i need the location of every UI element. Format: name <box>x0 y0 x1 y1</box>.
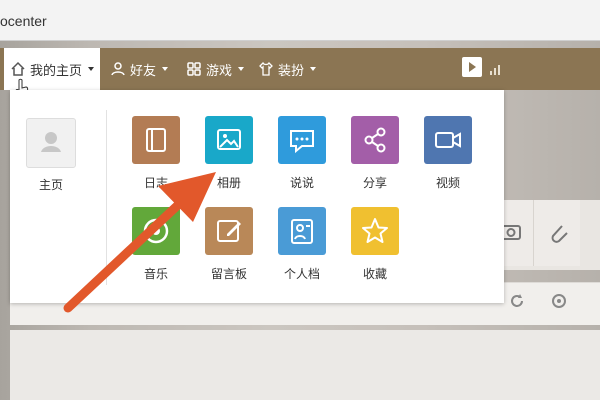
friends-icon <box>111 62 125 76</box>
notebook-icon <box>146 128 166 152</box>
app-video[interactable]: 视频 <box>418 116 478 191</box>
play-button[interactable] <box>462 57 482 77</box>
app-profile-tile[interactable] <box>278 207 326 255</box>
app-album-label: 相册 <box>216 176 241 190</box>
image-icon <box>217 129 241 150</box>
app-status-tile[interactable] <box>278 116 326 164</box>
chat-bubble-icon <box>290 130 314 154</box>
house-icon <box>11 61 25 76</box>
app-favorites-tile[interactable] <box>351 207 399 255</box>
app-blog-label: 日志 <box>143 176 168 190</box>
person-icon <box>41 132 61 152</box>
app-blog-tile[interactable] <box>132 116 180 164</box>
tshirt-icon <box>259 61 273 76</box>
app-music-tile[interactable] <box>132 207 180 255</box>
chevron-down-icon <box>310 67 317 71</box>
profile-icon <box>291 219 313 244</box>
menu-divider <box>106 110 107 285</box>
app-profile-label: 个人档 <box>283 267 320 281</box>
app-music-label: 音乐 <box>143 267 168 281</box>
url-text: ocenter <box>0 13 47 29</box>
top-navigation-bar: 我的主页 好友 游戏 装扮 <box>0 48 600 90</box>
nav-games[interactable]: 游戏 <box>186 48 245 90</box>
refresh-icon[interactable] <box>508 292 526 310</box>
feed-area <box>10 330 600 400</box>
video-icon <box>435 132 461 148</box>
app-blog[interactable]: 日志 <box>126 116 186 191</box>
music-icon <box>143 218 169 244</box>
chevron-down-icon <box>88 67 94 71</box>
nav-dress-up-label: 装扮 <box>278 62 305 78</box>
edit-icon <box>217 220 241 242</box>
star-icon <box>362 218 388 243</box>
nav-my-home-label: 我的主页 <box>29 62 82 78</box>
home-dropdown-menu: 主页 日志 相册 说说 分享 视频 音乐 留言板 个人档 收藏 <box>10 90 504 303</box>
app-status-label: 说说 <box>289 176 314 190</box>
nav-dress-up[interactable]: 装扮 <box>258 48 317 90</box>
chevron-down-icon <box>162 67 169 71</box>
browser-address-bar[interactable]: ocenter <box>0 0 600 41</box>
app-guestbook[interactable]: 留言板 <box>199 207 259 282</box>
app-guestbook-label: 留言板 <box>210 267 247 281</box>
attach-button[interactable] <box>533 200 580 266</box>
app-profile[interactable]: 个人档 <box>272 207 332 282</box>
chevron-down-icon <box>238 67 245 71</box>
home-label: 主页 <box>38 178 63 192</box>
app-share-tile[interactable] <box>351 116 399 164</box>
app-album-tile[interactable] <box>205 116 253 164</box>
nav-friends-label: 好友 <box>130 62 157 78</box>
share-icon <box>364 127 386 153</box>
app-status[interactable]: 说说 <box>272 116 332 191</box>
volume-bars-icon[interactable] <box>488 61 504 77</box>
paperclip-icon <box>551 225 568 243</box>
app-music[interactable]: 音乐 <box>126 207 186 282</box>
app-favorites-label: 收藏 <box>362 267 387 281</box>
grid-icon <box>187 62 201 76</box>
app-share-label: 分享 <box>362 176 387 190</box>
app-favorites[interactable]: 收藏 <box>345 207 405 282</box>
home-tile[interactable] <box>26 118 76 168</box>
app-share[interactable]: 分享 <box>345 116 405 191</box>
app-album[interactable]: 相册 <box>199 116 259 191</box>
app-guestbook-tile[interactable] <box>205 207 253 255</box>
settings-icon[interactable] <box>550 292 568 310</box>
nav-games-label: 游戏 <box>206 62 233 78</box>
app-video-label: 视频 <box>435 176 460 190</box>
nav-friends[interactable]: 好友 <box>110 48 169 90</box>
app-video-tile[interactable] <box>424 116 472 164</box>
